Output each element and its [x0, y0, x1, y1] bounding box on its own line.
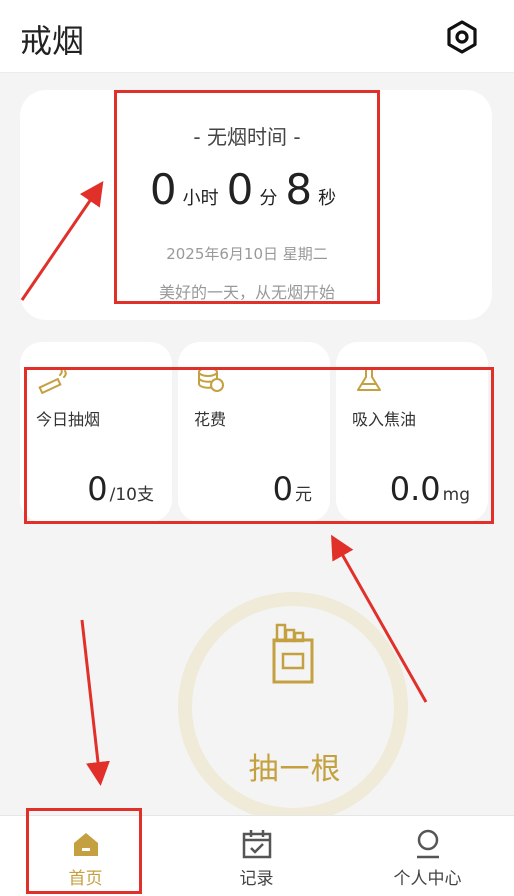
timer-seconds-unit: 秒 [318, 188, 337, 209]
app-title: 戒烟 [20, 22, 85, 60]
settings-icon [447, 20, 477, 54]
annotation-arrow [80, 619, 110, 786]
timer-seconds: 8 [285, 165, 313, 214]
smoke-one-button[interactable]: 抽一根 [230, 744, 360, 788]
motto-text: 美好的一天，从无烟开始 [158, 283, 335, 302]
timer-minutes: 0 [226, 165, 254, 214]
tab-records[interactable]: 记录 [171, 816, 342, 896]
timer-value: 0 小时 0 分 8 秒 [117, 165, 377, 214]
timer-title: - 无烟时间 - [193, 125, 301, 149]
timer-hours-unit: 小时 [182, 188, 219, 209]
tab-label: 个人中心 [393, 869, 462, 889]
smoke-free-timer-card: - 无烟时间 - 0 小时 0 分 8 秒 2025年6月10日 星期二 美好的一天，从无… [20, 90, 492, 320]
tab-label: 记录 [239, 869, 274, 889]
tab-profile[interactable]: 个人中心 [342, 816, 513, 896]
cigarette-pack-icon[interactable] [271, 622, 315, 684]
current-date: 2025年6月10日 星期二 [166, 245, 328, 263]
app-header: 戒烟 [0, 0, 514, 73]
timer-minutes-unit: 分 [259, 188, 278, 209]
calendar-check-icon [242, 830, 271, 859]
annotation-highlight-box: - 无烟时间 - 0 小时 0 分 8 秒 2025年6月10日 星期二 美好的一天，从无… [114, 90, 380, 304]
user-icon [416, 829, 439, 859]
timer-hours: 0 [149, 165, 177, 214]
annotation-highlight-box [24, 367, 494, 524]
annotation-highlight-box [26, 808, 142, 894]
settings-button[interactable] [443, 18, 481, 56]
